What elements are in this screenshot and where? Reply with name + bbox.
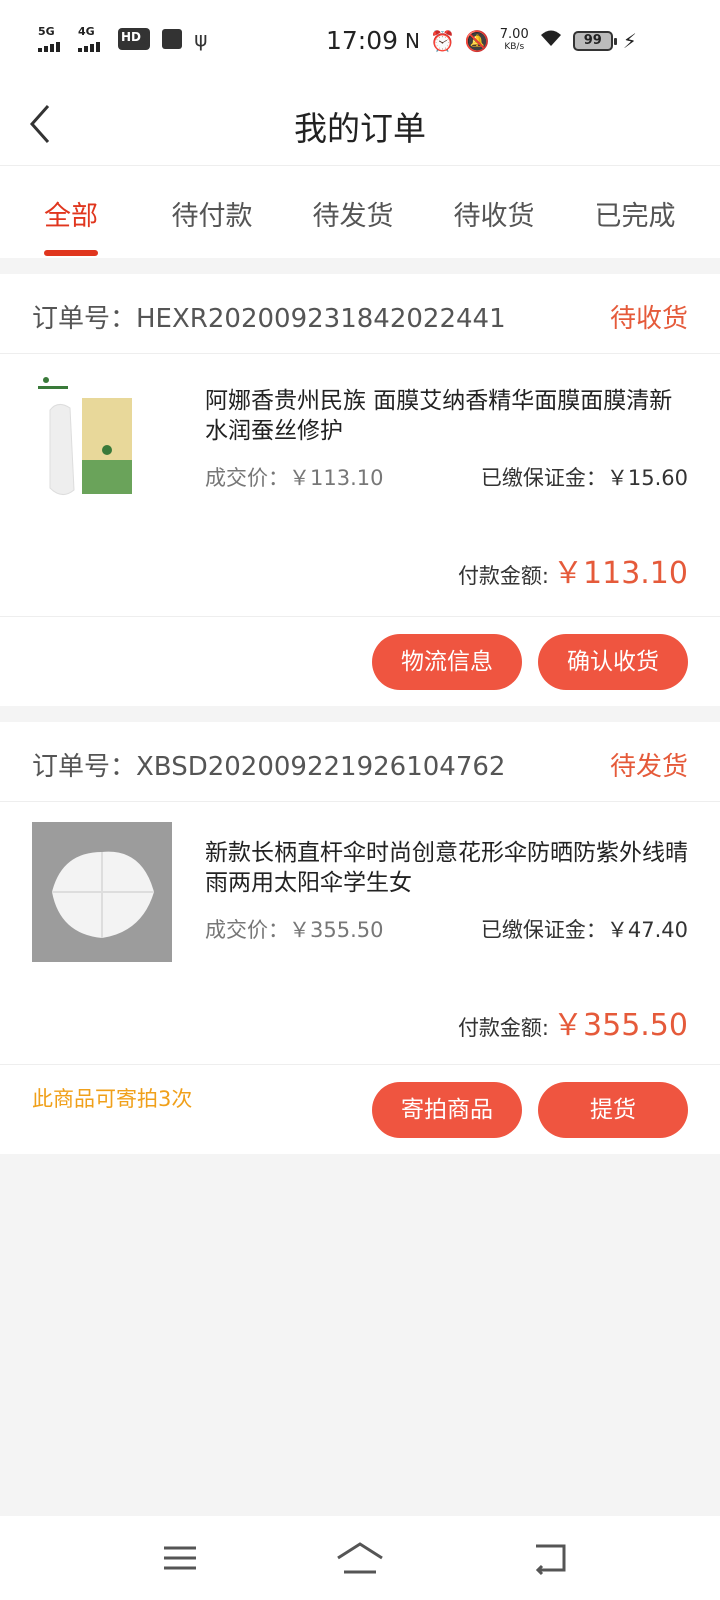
system-nav-bar [0, 1516, 720, 1600]
product-image[interactable] [32, 822, 172, 962]
signal-5g-icon: 5G [38, 26, 66, 52]
tab-completed[interactable]: 已完成 [580, 194, 690, 233]
consignment-note: 此商品可寄拍3次 [32, 1087, 193, 1111]
signal-4g-icon: 4G [78, 26, 106, 52]
divider [0, 1064, 720, 1065]
confirm-receipt-button[interactable]: 确认收货 [538, 634, 688, 690]
app-header: 我的订单 [0, 82, 720, 166]
tab-pending-receipt[interactable]: 待收货 [439, 194, 549, 233]
home-icon[interactable] [336, 1538, 384, 1578]
alarm-icon: ⏰ [429, 28, 455, 53]
wifi-icon [539, 28, 563, 53]
product-name[interactable]: 阿娜香贵州民族 面膜艾纳香精华面膜面膜清新水润蚕丝修护 [205, 386, 695, 446]
usb-icon: ψ [194, 27, 208, 51]
tab-pending-payment[interactable]: 待付款 [157, 194, 267, 233]
consign-auction-button[interactable]: 寄拍商品 [372, 1082, 522, 1138]
tab-pending-shipment[interactable]: 待发货 [298, 194, 408, 233]
product-image[interactable] [32, 370, 172, 510]
payment-amount: 付款金额: ￥355.50 [457, 1008, 688, 1043]
tab-indicator [44, 250, 98, 256]
order-header: 订单号：XBSD202009221926104762 待发货 [0, 722, 720, 802]
deposit-paid: 已缴保证金：￥15.60 [480, 466, 688, 490]
status-left: 5G 4G HD2 ψ [38, 26, 207, 52]
battery-icon: 99 [572, 30, 617, 51]
menu-icon[interactable] [160, 1538, 200, 1578]
divider [0, 616, 720, 617]
deal-price: 成交价：￥113.10 [205, 466, 384, 490]
return-icon[interactable] [530, 1538, 570, 1578]
status-right: N ⏰ 🔕 7.00 KB/s 99 ⚡ [405, 28, 637, 53]
clock: 17:09 [326, 26, 399, 55]
network-speed: 7.00 KB/s [499, 26, 529, 52]
order-header: 订单号：HEXR202009231842022441 待收货 [0, 274, 720, 354]
pickup-button[interactable]: 提货 [538, 1082, 688, 1138]
order-number: 订单号：XBSD202009221926104762 [32, 752, 506, 782]
order-status: 待发货 [609, 752, 688, 782]
order-number: 订单号：HEXR202009231842022441 [32, 304, 506, 334]
order-tabs: 全部 待付款 待发货 待收货 已完成 [0, 166, 720, 258]
deposit-paid: 已缴保证金：￥47.40 [480, 918, 688, 942]
hd-icon: HD2 [118, 28, 151, 50]
mute-icon: 🔕 [464, 28, 490, 53]
product-name[interactable]: 新款长柄直杆伞时尚创意花形伞防晒防紫外线晴雨两用太阳伞学生女 [205, 838, 695, 898]
logistics-button[interactable]: 物流信息 [372, 634, 522, 690]
nfc-icon: N [405, 28, 420, 53]
payment-amount: 付款金额: ￥113.10 [457, 556, 688, 591]
order-status: 待收货 [609, 304, 688, 334]
deal-price: 成交价：￥355.50 [205, 918, 384, 942]
status-bar: 5G 4G HD2 ψ 17:09 N ⏰ 🔕 7.00 KB/s 99 ⚡ [0, 0, 720, 82]
charging-icon: ⚡ [622, 28, 637, 53]
page-title: 我的订单 [294, 109, 426, 148]
order-card[interactable]: 订单号：HEXR202009231842022441 待收货 阿娜香贵州民族 面… [0, 274, 720, 706]
tab-all[interactable]: 全部 [16, 194, 126, 233]
order-card[interactable]: 订单号：XBSD202009221926104762 待发货 新款长柄直杆伞时尚… [0, 722, 720, 1154]
app-notification-icon [162, 29, 183, 49]
